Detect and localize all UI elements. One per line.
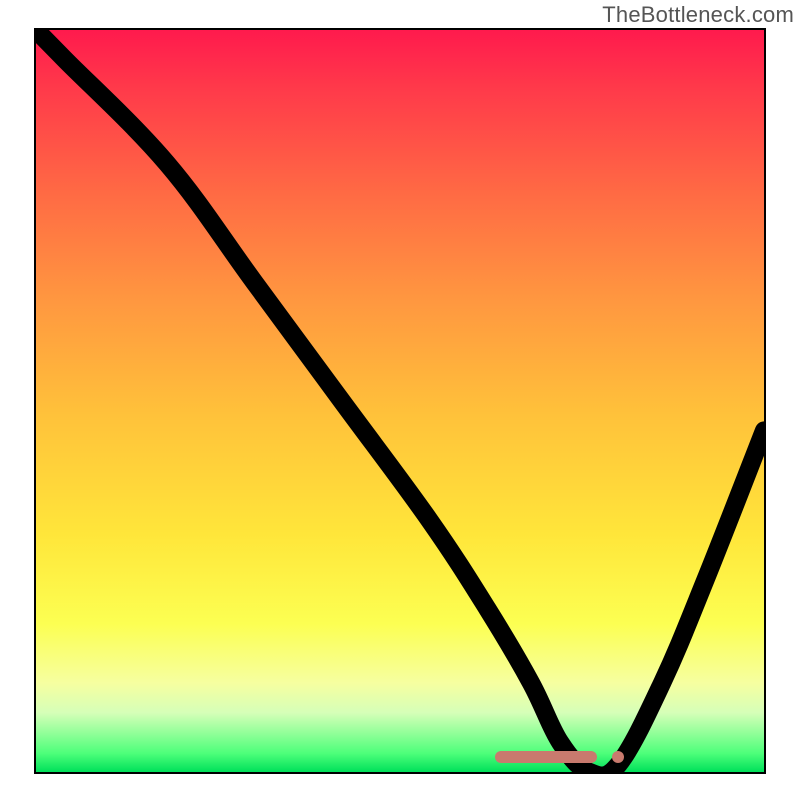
bottleneck-curve [36,30,764,772]
plot-outer-frame [20,28,780,788]
watermark-attribution: TheBottleneck.com [602,2,794,28]
plot-axes-frame [34,28,766,774]
optimal-range-marker [495,751,597,763]
chart-canvas: TheBottleneck.com [0,0,800,800]
